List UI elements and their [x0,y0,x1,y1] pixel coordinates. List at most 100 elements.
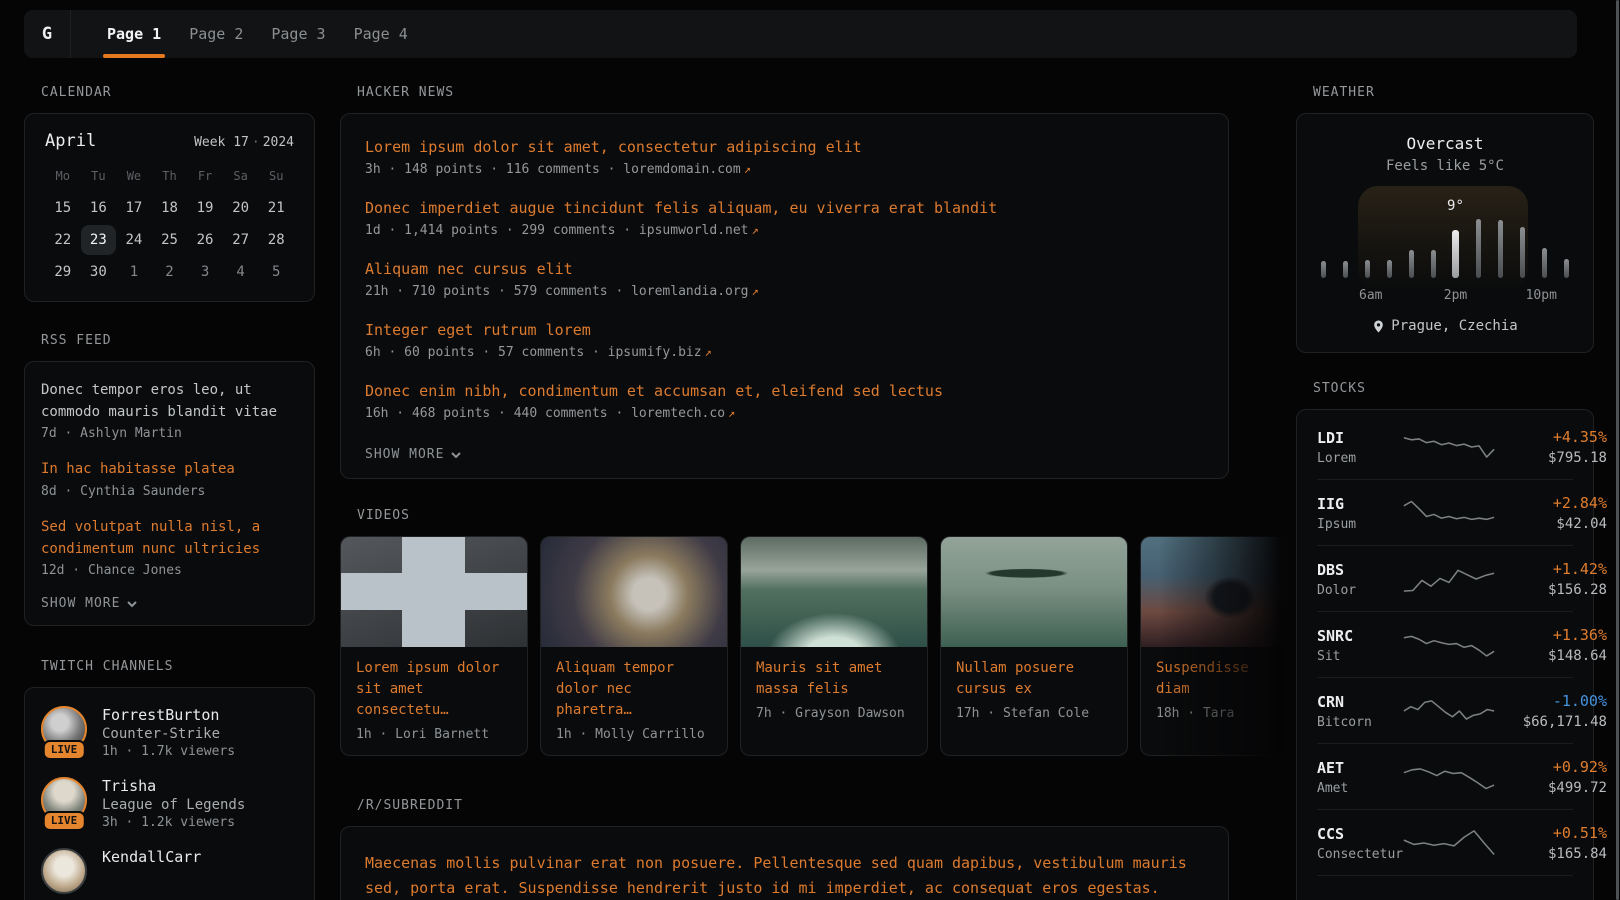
videos-carousel: Lorem ipsum dolor sit amet consectetu… 1… [340,536,1292,756]
hn-item-meta: 21h · 710 points · 579 comments · loreml… [365,284,1204,299]
hn-meta-text: 3h · 148 points · 116 comments · loremdo… [365,162,741,177]
hn-item-meta: 1d · 1,414 points · 299 comments · ipsum… [365,223,1204,238]
hn-item-title[interactable]: Donec imperdiet augue tincidunt felis al… [365,199,1204,217]
channel-avatar [41,848,87,894]
top-bar: G Page 1 Page 2 Page 3 Page 4 [24,10,1577,58]
stock-name: Consectetur [1317,847,1401,862]
reddit-post-title[interactable]: Maecenas mollis pulvinar erat non posuer… [365,851,1204,900]
calendar-widget: April Week 17·2024 Mo Tu We Th Fr Sa Su … [24,113,315,302]
stock-name: Dolor [1317,583,1401,598]
weather-bar [1476,219,1481,278]
stock-row[interactable]: AHS +0.46% [1317,875,1573,900]
rss-item-meta: 8d · Cynthia Saunders [41,484,298,499]
hn-item-title[interactable]: Integer eget rutrum lorem [365,321,1204,339]
hn-item-title[interactable]: Donec enim nibh, condimentum et accumsan… [365,382,1204,400]
weather-bar [1365,260,1370,278]
channel-meta: 1h · 1.7k viewers [102,744,235,759]
external-link-icon: ↗ [702,345,712,359]
subreddit-section-label: /R/SUBREDDIT [357,798,1229,813]
chevron-down-icon [450,449,462,461]
stock-row[interactable]: LDI Lorem +4.35% $795.18 [1317,414,1573,479]
stock-change: +0.51% [1497,824,1607,842]
calendar-day: 27 [223,225,259,255]
page-tabs: Page 1 Page 2 Page 3 Page 4 [93,10,422,58]
app-logo[interactable]: G [24,10,70,58]
calendar-day: 20 [223,193,259,223]
rss-item-title[interactable]: Donec tempor eros leo, ut commodo mauris… [41,380,298,423]
stock-change: +4.35% [1497,428,1607,446]
twitch-channel-row[interactable]: KendallCarr [41,848,298,894]
hn-item-meta: 6h · 60 points · 57 comments · ipsumify.… [365,345,1204,360]
stock-sparkline [1401,759,1497,795]
weather-time-labels: 6am 2pm 10pm [1317,288,1573,304]
calendar-day: 17 [116,193,152,223]
stock-name: Sit [1317,649,1401,664]
video-card[interactable]: Mauris sit amet massa felis 7h · Grayson… [740,536,928,756]
weekday-label: Tu [81,165,117,191]
video-title: Lorem ipsum dolor sit amet consectetu… [341,647,527,725]
weekday-label: Sa [223,165,259,191]
page-scrollbar[interactable] [1616,0,1619,900]
stock-price: $499.72 [1497,780,1607,796]
weekday-label: We [116,165,152,191]
tab-page-2[interactable]: Page 2 [175,10,257,58]
rss-section-label: RSS FEED [41,333,315,348]
calendar-day: 30 [81,257,117,287]
calendar-day: 21 [258,193,294,223]
tab-page-1[interactable]: Page 1 [93,10,175,58]
calendar-separator: · [249,135,263,150]
time-label: 10pm [1526,288,1557,303]
stock-price: $66,171.48 [1497,714,1607,730]
calendar-year: 2024 [263,135,294,150]
stock-row[interactable]: SNRC Sit +1.36% $148.64 [1317,611,1573,677]
time-label: 2pm [1444,288,1467,303]
stock-row[interactable]: AET Amet +0.92% $499.72 [1317,743,1573,809]
stock-row[interactable]: IIG Ipsum +2.84% $42.04 [1317,479,1573,545]
calendar-header: April Week 17·2024 [45,131,294,151]
live-badge: LIVE [43,811,86,831]
rss-item-title[interactable]: In hac habitasse platea [41,459,298,481]
stock-row[interactable]: CCS Consectetur +0.51% $165.84 [1317,809,1573,875]
stock-sparkline [1401,825,1497,861]
calendar-day-outside: 4 [223,257,259,287]
video-meta: 7h · Grayson Dawson [741,704,927,734]
stock-sparkline [1401,627,1497,663]
stock-sparkline [1401,495,1497,531]
stock-change: +2.84% [1497,494,1607,512]
videos-section-label: VIDEOS [357,508,1229,523]
video-thumbnail [341,537,527,647]
rss-item-title[interactable]: Sed volutpat nulla nisl, a condimentum n… [41,517,298,560]
video-card[interactable]: Aliquam tempor dolor nec pharetra… 1h · … [540,536,728,756]
calendar-day: 19 [187,193,223,223]
calendar-day: 28 [258,225,294,255]
twitch-channel-row[interactable]: LIVE Trisha League of Legends 3h · 1.2k … [41,777,298,830]
stock-symbol: DBS [1317,561,1401,579]
hn-item-title[interactable]: Aliquam nec cursus elit [365,260,1204,278]
calendar-day: 24 [116,225,152,255]
channel-name: Trisha [102,777,245,795]
video-card[interactable]: Lorem ipsum dolor sit amet consectetu… 1… [340,536,528,756]
video-title: Mauris sit amet massa felis [741,647,927,704]
weather-bar [1520,227,1525,278]
stock-sparkline [1401,890,1497,900]
hn-meta-text: 16h · 468 points · 440 comments · loremt… [365,406,725,421]
rss-item: In hac habitasse platea 8d · Cynthia Sau… [41,459,298,499]
weather-condition: Overcast [1317,134,1573,153]
rss-show-more-button[interactable]: SHOW MORE [41,596,298,611]
hn-show-more-button[interactable]: SHOW MORE [365,447,1204,462]
stock-row[interactable]: DBS Dolor +1.42% $156.28 [1317,545,1573,611]
channel-name: ForrestBurton [102,706,235,724]
location-pin-icon [1372,319,1385,334]
video-card[interactable]: Nullam posuere cursus ex 17h · Stefan Co… [940,536,1128,756]
hn-item-title[interactable]: Lorem ipsum dolor sit amet, consectetur … [365,138,1204,156]
weather-bars [1317,216,1573,278]
tab-page-4[interactable]: Page 4 [340,10,422,58]
dashboard-content: CALENDAR April Week 17·2024 Mo Tu We Th … [0,85,1620,900]
weather-bar [1321,261,1326,278]
rss-item: Donec tempor eros leo, ut commodo mauris… [41,380,298,441]
stock-row[interactable]: CRN Bitcorn -1.00% $66,171.48 [1317,677,1573,743]
tab-page-3[interactable]: Page 3 [257,10,339,58]
external-link-icon: ↗ [749,284,759,298]
stock-symbol: AET [1317,759,1401,777]
twitch-channel-row[interactable]: LIVE ForrestBurton Counter-Strike 1h · 1… [41,706,298,759]
